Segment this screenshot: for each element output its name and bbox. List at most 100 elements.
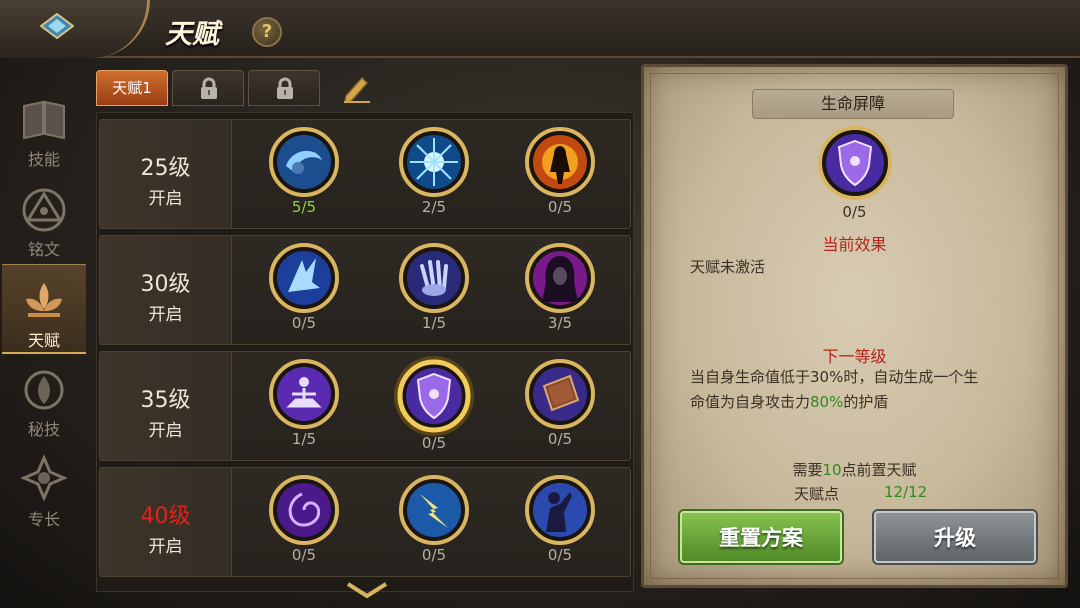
- requirement-line: 需要10点前置天赋: [644, 459, 1065, 480]
- talent-skill[interactable]: 5/5: [264, 126, 344, 226]
- skill-count: 1/5: [421, 314, 447, 332]
- row-unlock-label: 开启: [148, 305, 183, 325]
- row-level: 25级 开启: [100, 120, 232, 228]
- current-effect-header: 当前效果: [822, 235, 887, 254]
- talent-skill[interactable]: 2/5: [394, 126, 474, 226]
- skill-count: 0/5: [547, 198, 573, 216]
- row-level-label: 30级: [140, 272, 191, 297]
- water-orb-icon: [269, 127, 339, 197]
- fire-figure-icon: [525, 127, 595, 197]
- nav-item-talent[interactable]: 天赋: [2, 264, 86, 354]
- next-desc-line1: 当自身生命值低于30%时，自动生成一个生: [690, 368, 979, 386]
- warrior-silhouette-icon: [525, 475, 595, 545]
- skill-count: 3/5: [547, 314, 573, 332]
- talent-skill[interactable]: 0/5: [264, 242, 344, 342]
- skill-count: 1/5: [291, 430, 317, 448]
- next-desc-highlight: 80%: [810, 393, 844, 411]
- nav-label-specialty: 专长: [27, 510, 60, 529]
- rune-triangle-icon: [22, 188, 66, 232]
- upgrade-button[interactable]: 升级: [874, 511, 1036, 563]
- skill-count: 0/5: [291, 546, 317, 564]
- row-level: 40级 开启: [100, 468, 232, 576]
- tab-locked-3[interactable]: [248, 70, 320, 106]
- talent-points-value: 12/12: [884, 483, 928, 501]
- nav-label-secret: 秘技: [27, 420, 60, 439]
- talent-skill[interactable]: 0/5: [264, 474, 344, 574]
- row-level-label: 25级: [140, 156, 191, 181]
- ice-burst-icon: [399, 127, 469, 197]
- help-button[interactable]: ?: [252, 17, 282, 47]
- talent-skill[interactable]: 0/5: [394, 474, 474, 574]
- next-level-description: 当自身生命值低于30%时，自动生成一个生 命值为自身攻击力80%的护盾: [690, 365, 1040, 415]
- row-level-label: 40级: [140, 504, 191, 529]
- talent-skill[interactable]: 1/5: [394, 242, 474, 342]
- shield-icon: [818, 126, 892, 200]
- row-unlock-label: 开启: [148, 421, 183, 441]
- row-level: 30级 开启: [100, 236, 232, 344]
- lightning-slash-icon: [399, 475, 469, 545]
- next-desc-line3: 的护盾: [843, 393, 889, 411]
- nav-item-secret[interactable]: 秘技: [2, 354, 86, 444]
- skill-count: 2/5: [421, 198, 447, 216]
- back-button[interactable]: [0, 0, 150, 58]
- talent-points-label: 天赋点: [794, 485, 840, 503]
- req-prefix: 需要: [792, 461, 823, 479]
- talent-row-25: 25级 开启 5/5 2/5 0/5: [99, 119, 631, 229]
- specialty-emblem-icon: [20, 454, 68, 502]
- lock-icon: [277, 77, 293, 99]
- nav-label-skills: 技能: [27, 150, 60, 169]
- chevron-down-icon[interactable]: [344, 580, 390, 602]
- talent-skill[interactable]: 1/5: [264, 358, 344, 458]
- talent-row-35: 35级 开启 1/5 0/5 0/5: [99, 351, 631, 461]
- talent-lotus-icon: [26, 283, 62, 317]
- lock-icon: [201, 77, 217, 99]
- talent-skill-selected[interactable]: 0/5: [390, 354, 478, 454]
- row-unlock-label: 开启: [148, 537, 183, 557]
- talent-skill[interactable]: 0/5: [520, 126, 600, 226]
- next-desc-line2: 命值为自身攻击力: [690, 393, 811, 411]
- tome-icon: [525, 359, 595, 429]
- meditation-icon: [269, 359, 339, 429]
- nav-item-skills[interactable]: 技能: [2, 84, 86, 174]
- talent-skill[interactable]: 0/5: [520, 474, 600, 574]
- nav-label-inscription: 铭文: [27, 240, 60, 259]
- book-icon: [23, 100, 65, 140]
- detail-title: 生命屏障: [752, 89, 954, 119]
- side-nav: 技能 铭文 天赋 秘技 专长: [0, 62, 90, 608]
- reset-plan-button[interactable]: 重置方案: [680, 511, 842, 563]
- current-effect-text: 天赋未激活: [690, 258, 766, 276]
- top-bar: 天赋 ?: [0, 0, 1080, 58]
- skill-count: 5/5: [291, 198, 317, 216]
- edit-pencil-icon[interactable]: [340, 72, 374, 104]
- tab-locked-2[interactable]: [172, 70, 244, 106]
- talent-skill[interactable]: 0/5: [520, 358, 600, 458]
- talent-list: 25级 开启 5/5 2/5 0/5 30级 开启 0/5 1/5 3/5 35…: [96, 112, 634, 592]
- row-level: 35级 开启: [100, 352, 232, 460]
- talent-detail-panel: 生命屏障 0/5 当前效果 天赋未激活 下一等级 当自身生命值低于30%时，自动…: [641, 64, 1068, 588]
- talent-skill[interactable]: 3/5: [520, 242, 600, 342]
- shield-icon: [394, 356, 474, 436]
- nav-label-talent: 天赋: [27, 331, 60, 350]
- skill-count: 0/5: [547, 546, 573, 564]
- diamond-back-icon: [40, 13, 74, 39]
- nav-item-inscription[interactable]: 铭文: [2, 174, 86, 264]
- claw-hand-icon: [399, 243, 469, 313]
- req-value: 10: [822, 461, 842, 479]
- tab-talent-1[interactable]: 天赋1: [96, 70, 168, 106]
- skill-count: 0/5: [547, 430, 573, 448]
- hooded-figure-icon: [525, 243, 595, 313]
- row-level-label: 35级: [140, 388, 191, 413]
- talent-row-40: 40级 开启 0/5 0/5 0/5: [99, 467, 631, 577]
- row-unlock-label: 开启: [148, 189, 183, 209]
- req-suffix: 点前置天赋: [841, 461, 917, 479]
- nav-item-specialty[interactable]: 专长: [2, 444, 86, 534]
- skill-count: 0/5: [291, 314, 317, 332]
- skill-count: 0/5: [421, 546, 447, 564]
- ice-crystal-icon: [269, 243, 339, 313]
- next-level-header: 下一等级: [822, 347, 887, 366]
- detail-count: 0/5: [842, 203, 867, 221]
- talent-row-30: 30级 开启 0/5 1/5 3/5: [99, 235, 631, 345]
- skill-count: 0/5: [421, 434, 447, 452]
- vortex-icon: [269, 475, 339, 545]
- secret-flame-icon: [24, 370, 64, 410]
